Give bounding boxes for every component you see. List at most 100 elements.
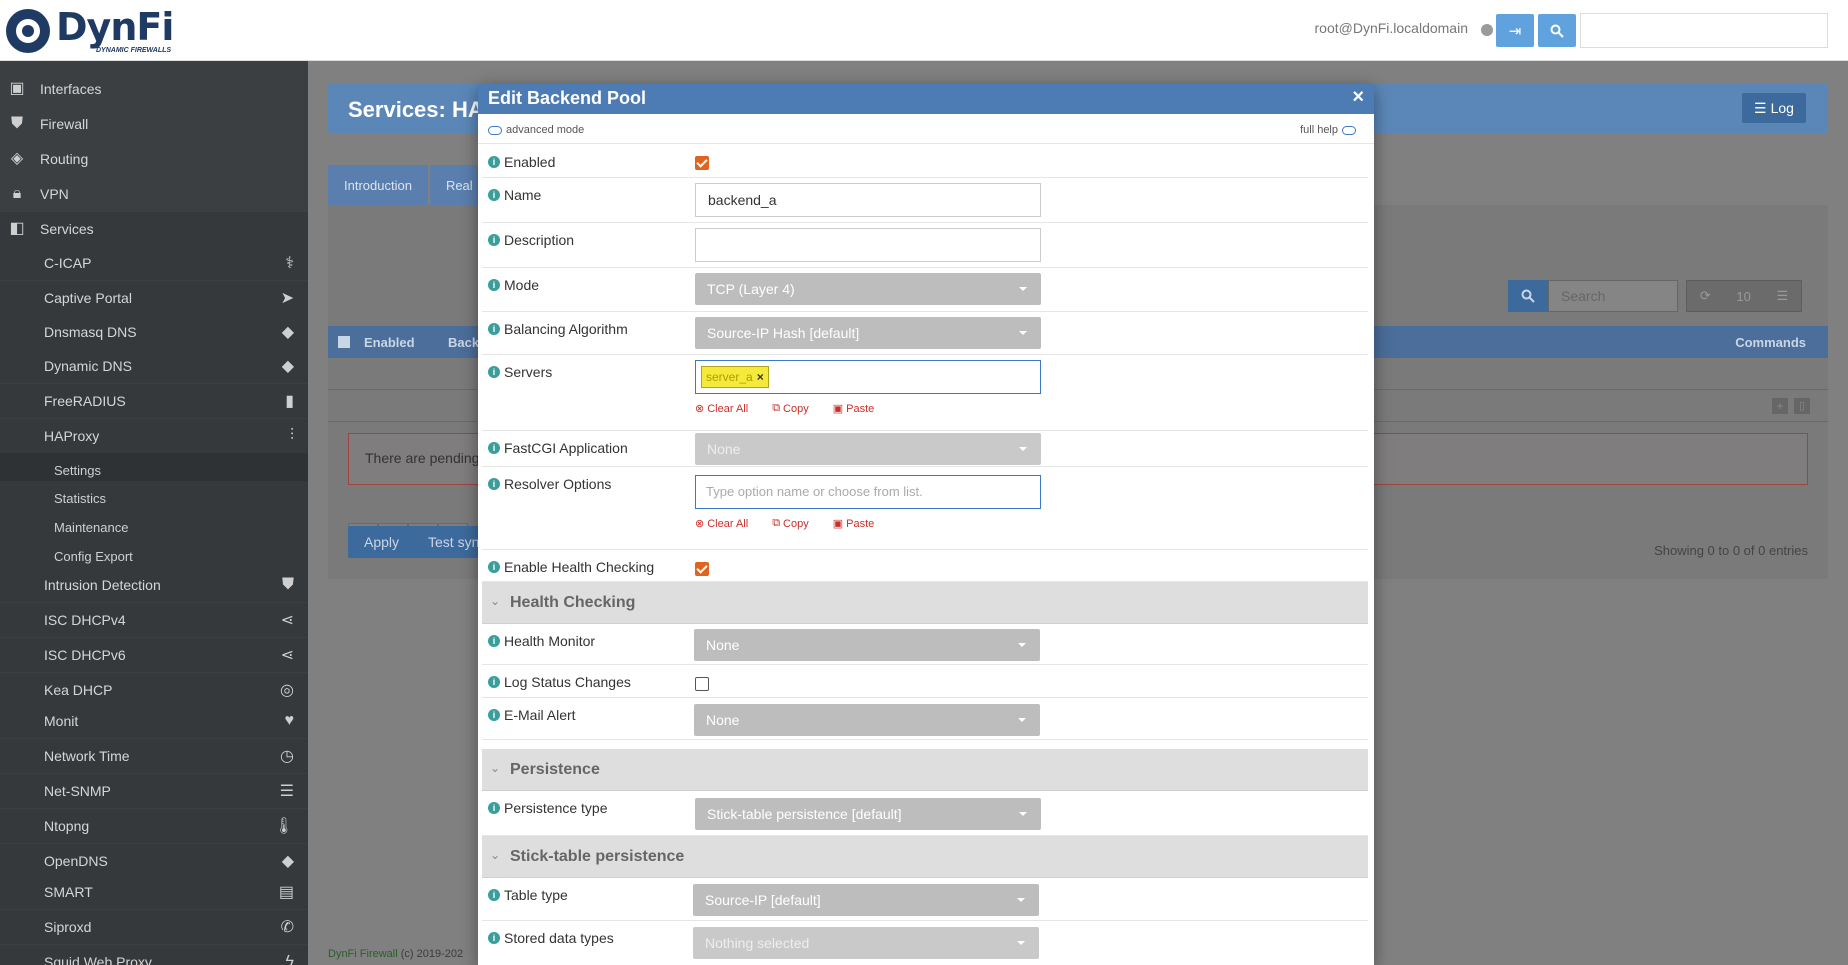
logout-button[interactable]: ⇥ (1496, 14, 1534, 47)
sidebar-item-c-icap[interactable]: C-ICAP ⚕ (0, 246, 308, 280)
search-button[interactable] (1538, 14, 1576, 47)
sidebar-item-isc-dhcpv4[interactable]: ISC DHCPv4 ⋖ (0, 603, 308, 637)
server-tag[interactable]: server_a × (701, 366, 769, 388)
info-icon[interactable]: i (488, 156, 500, 168)
info-icon[interactable]: i (488, 323, 500, 335)
sidebar-item-opendns[interactable]: OpenDNS ◆ (0, 844, 308, 878)
sidebar-item-kea-dhcp[interactable]: Kea DHCP ◎ (0, 673, 308, 707)
sidebar-item-captive-portal[interactable]: Captive Portal ➤ (0, 281, 308, 315)
sidebar-item-freeradius[interactable]: FreeRADIUS ▮ (0, 384, 308, 418)
sidebar-item-interfaces[interactable]: ▣ Interfaces (0, 72, 308, 106)
sidebar-item-network-time[interactable]: Network Time ◷ (0, 739, 308, 773)
global-search-input[interactable] (1580, 13, 1828, 48)
grid-search-button[interactable] (1508, 280, 1548, 312)
row-table-type: i Table type Source-IP [default] (482, 878, 1368, 921)
grid-search-input[interactable]: Search (1548, 280, 1678, 312)
info-icon[interactable]: i (488, 442, 500, 454)
balancing-select[interactable]: Source-IP Hash [default] (695, 317, 1041, 349)
footer-link[interactable]: DynFi Firewall (328, 948, 398, 960)
enabled-checkbox[interactable] (695, 156, 709, 170)
server-icon: ☰ (279, 783, 294, 800)
search-icon (1550, 24, 1564, 38)
resolver-options-input[interactable]: Type option name or choose from list. (695, 475, 1041, 509)
dialog-header: Edit Backend Pool × (478, 84, 1374, 114)
section-persistence[interactable]: ⌄ Persistence (482, 749, 1368, 791)
info-icon[interactable]: i (488, 366, 500, 378)
email-alert-select[interactable]: None (694, 704, 1040, 736)
section-stick-table[interactable]: ⌄ Stick-table persistence (482, 836, 1368, 878)
user-name[interactable]: root@DynFi.localdomain (1315, 20, 1469, 36)
row-description: i Description (482, 223, 1368, 268)
log-button[interactable]: ☰ Log (1742, 93, 1806, 123)
sidebar-item-squid[interactable]: Squid Web Proxy ϟ (0, 945, 308, 965)
info-icon[interactable]: i (488, 279, 500, 291)
sidebar-item-ntopng[interactable]: Ntopng 🌡︎ (0, 809, 308, 843)
remove-tag-icon[interactable]: × (757, 370, 764, 384)
col-enabled[interactable]: Enabled (364, 335, 415, 350)
sidebar-item-smart[interactable]: SMART ▤ (0, 875, 308, 909)
stored-data-types-select[interactable]: Nothing selected (693, 927, 1039, 959)
copy-icon: ⧉ (772, 402, 781, 414)
sidebar-item-isc-dhcpv6[interactable]: ISC DHCPv6 ⋖ (0, 638, 308, 672)
health-check-checkbox[interactable] (695, 562, 709, 576)
info-icon[interactable]: i (488, 189, 500, 201)
sidebar-item-haproxy[interactable]: HAProxy ⫶ (0, 419, 308, 453)
sidebar-item-dynamic-dns[interactable]: Dynamic DNS ◆ (0, 349, 308, 383)
full-help-toggle[interactable]: full help (1300, 124, 1356, 136)
health-monitor-select[interactable]: None (694, 629, 1040, 661)
share-icon: ⋖ (280, 647, 294, 664)
info-icon[interactable]: i (488, 889, 500, 901)
section-health-checking[interactable]: ⌄ Health Checking (482, 582, 1368, 624)
servers-tag-input[interactable]: server_a × (695, 360, 1041, 394)
logo[interactable]: DynFi DYNAMIC FIREWALLS (6, 6, 174, 56)
clear-all-link[interactable]: ⊗ Clear All (695, 402, 760, 416)
paper-plane-icon: ➤ (280, 290, 294, 307)
trash-icon[interactable]: ▯ (1794, 398, 1810, 414)
tab-introduction[interactable]: Introduction (328, 165, 428, 205)
copy-link[interactable]: ⧉ Copy (772, 402, 821, 415)
col-commands: Commands (1735, 335, 1806, 350)
refresh-icon[interactable]: ⟳ (1700, 288, 1711, 304)
sidebar-item-dnsmasq[interactable]: Dnsmasq DNS ◆ (0, 315, 308, 349)
description-input[interactable] (695, 228, 1041, 262)
info-icon[interactable]: i (488, 709, 500, 721)
columns-icon[interactable]: ☰ (1777, 288, 1789, 304)
paste-link[interactable]: ▣ Paste (833, 402, 887, 416)
sidebar-item-services[interactable]: ◧ Services (0, 212, 308, 246)
page-size-select[interactable]: 10 (1736, 289, 1750, 304)
sidebar-item-net-snmp[interactable]: Net-SNMP ☰ (0, 774, 308, 808)
add-icon[interactable]: + (1772, 398, 1788, 414)
sidebar-item-intrusion-detection[interactable]: Intrusion Detection ⛊ (0, 568, 308, 602)
name-input[interactable]: backend_a (695, 183, 1041, 217)
info-icon[interactable]: i (488, 478, 500, 490)
apply-button[interactable]: Apply (348, 526, 416, 558)
row-mode: i Mode TCP (Layer 4) (482, 268, 1368, 312)
sidebar-item-vpn[interactable]: 🔒︎ VPN (0, 177, 308, 211)
close-icon[interactable]: × (1352, 86, 1364, 109)
table-type-select[interactable]: Source-IP [default] (693, 884, 1039, 916)
info-icon[interactable]: i (488, 561, 500, 573)
sidebar-item-firewall[interactable]: ⛊ Firewall (0, 107, 308, 141)
log-status-checkbox[interactable] (695, 677, 709, 691)
mode-select[interactable]: TCP (Layer 4) (695, 273, 1041, 305)
info-icon[interactable]: i (488, 234, 500, 246)
persistence-type-select[interactable]: Stick-table persistence [default] (695, 798, 1041, 830)
info-icon[interactable]: i (488, 635, 500, 647)
caret-down-icon (1017, 898, 1025, 902)
routing-icon: ◈ (10, 150, 24, 167)
info-icon[interactable]: i (488, 932, 500, 944)
fastcgi-select[interactable]: None (695, 433, 1041, 465)
info-icon[interactable]: i (488, 676, 500, 688)
row-persistence-type: i Persistence type Stick-table persistenc… (482, 791, 1368, 836)
info-icon[interactable]: i (488, 802, 500, 814)
sidebar-item-routing[interactable]: ◈ Routing (0, 142, 308, 176)
caret-down-icon (1017, 941, 1025, 945)
select-all-checkbox[interactable] (338, 336, 350, 348)
copy-link[interactable]: ⧉ Copy (772, 517, 821, 530)
advanced-mode-toggle[interactable]: advanced mode (488, 124, 584, 136)
paste-link[interactable]: ▣ Paste (833, 517, 887, 531)
sidebar-item-monit[interactable]: Monit ♥ (0, 704, 308, 738)
clear-all-link[interactable]: ⊗ Clear All (695, 517, 760, 531)
sidebar-item-siproxd[interactable]: Siproxd ✆ (0, 910, 308, 944)
col-backend[interactable]: Back (448, 335, 479, 350)
